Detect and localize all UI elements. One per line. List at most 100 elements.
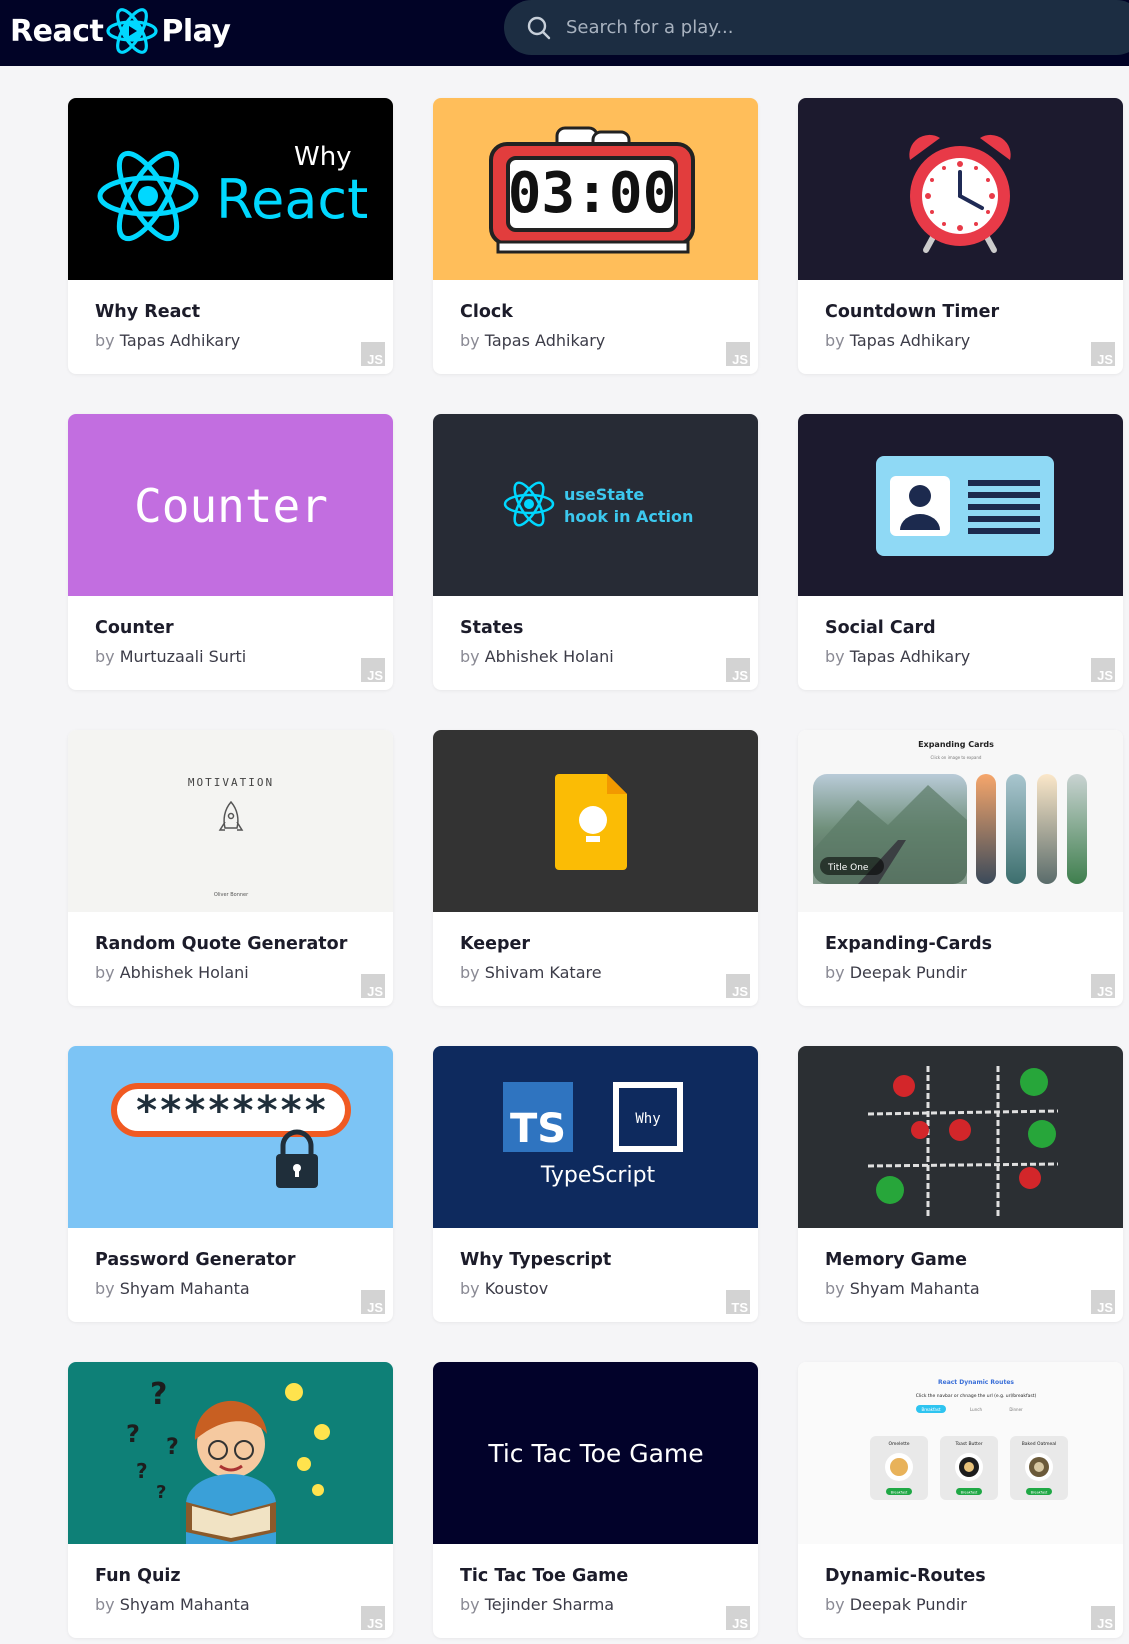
play-thumbnail [798, 414, 1123, 596]
play-author: Shyam Mahanta [119, 1595, 250, 1614]
play-author-line: by Shyam Mahanta [825, 1279, 980, 1298]
play-card-social-card[interactable]: Social Card by Tapas Adhikary JS [798, 414, 1123, 690]
by-label: by [95, 1595, 115, 1614]
thumb-text: Toast Butter [954, 1441, 982, 1447]
thumb-text: React [216, 168, 368, 231]
thumb-text: Breakfast [891, 1491, 908, 1495]
thumb-text: ******** [135, 1088, 328, 1134]
play-thumbnail: Tic Tac Toe Game [433, 1362, 758, 1544]
thumb-text: Tic Tac Toe Game [487, 1439, 703, 1468]
alarm-clock-icon [798, 98, 1123, 280]
play-thumbnail: ? ? ? ? ? [68, 1362, 393, 1544]
play-author-line: by Koustov [460, 1279, 548, 1298]
language-badge: TS [726, 1290, 750, 1314]
play-thumbnail [798, 1046, 1123, 1228]
tic-tac-toe-board-icon [798, 1046, 1123, 1228]
play-card-why-typescript[interactable]: TS Why TypeScript Why Typescript by Kous… [433, 1046, 758, 1322]
by-label: by [460, 963, 480, 982]
play-author: Tapas Adhikary [119, 331, 241, 350]
google-keep-icon [433, 730, 758, 912]
thumb-text: Oliver Bonner [214, 892, 249, 898]
play-author-line: by Tapas Adhikary [95, 331, 240, 350]
thumb-text: Breakfast [1031, 1491, 1048, 1495]
play-title: Social Card [825, 618, 936, 638]
react-play-logo[interactable]: React Play [10, 4, 231, 58]
thumb-text: Baked Oatmeal [1022, 1441, 1057, 1447]
quiz-boy-illustration: ? ? ? ? ? [68, 1362, 393, 1544]
play-card-counter[interactable]: Counter Counter by Murtuzaali Surti JS [68, 414, 393, 690]
play-card-expanding-cards[interactable]: Expanding Cards Click on image to expand… [798, 730, 1123, 1006]
language-badge: JS [361, 974, 385, 998]
play-card-why-react[interactable]: Why React Why React by Tapas Adhikary JS [68, 98, 393, 374]
language-badge: JS [361, 342, 385, 366]
by-label: by [460, 331, 480, 350]
play-card-states[interactable]: useState hook in Action States by Abhish… [433, 414, 758, 690]
play-author: Abhishek Holani [119, 963, 249, 982]
play-title: Why React [95, 302, 201, 322]
svg-text:?: ? [150, 1377, 167, 1412]
thumb-text: Click on image to expand [931, 755, 982, 760]
language-badge: JS [1091, 342, 1115, 366]
play-card-keeper[interactable]: Keeper by Shivam Katare JS [433, 730, 758, 1006]
svg-text:?: ? [156, 1482, 166, 1503]
by-label: by [460, 1279, 480, 1298]
play-card-password-generator[interactable]: ******** Password Generator by Shyam Mah… [68, 1046, 393, 1322]
play-author-line: by Tapas Adhikary [460, 331, 605, 350]
thumb-text: Dinner [1009, 1407, 1023, 1412]
thumb-text: Click the navbar or chnage the url (e.g.… [916, 1393, 1037, 1399]
by-label: by [95, 331, 115, 350]
play-card-countdown-timer[interactable]: Countdown Timer by Tapas Adhikary JS [798, 98, 1123, 374]
thumb-text: Breakfast [921, 1407, 940, 1412]
play-thumbnail: Counter [68, 414, 393, 596]
play-author: Tejinder Sharma [484, 1595, 615, 1614]
by-label: by [825, 1595, 845, 1614]
thumb-text: Expanding Cards [918, 740, 994, 749]
play-author-line: by Murtuzaali Surti [95, 647, 246, 666]
language-badge: JS [726, 1606, 750, 1630]
play-author: Abhishek Holani [484, 647, 614, 666]
thumb-text: Omelette [888, 1441, 909, 1447]
plays-grid: Why React Why React by Tapas Adhikary JS… [68, 98, 1123, 1638]
language-badge: JS [1091, 1290, 1115, 1314]
play-author: Deepak Pundir [849, 1595, 967, 1614]
language-badge: JS [361, 658, 385, 682]
play-author-line: by Shyam Mahanta [95, 1595, 250, 1614]
play-author: Tapas Adhikary [484, 331, 606, 350]
by-label: by [460, 1595, 480, 1614]
by-label: by [95, 647, 115, 666]
play-author: Tapas Adhikary [849, 331, 971, 350]
play-card-memory-game[interactable]: Memory Game by Shyam Mahanta JS [798, 1046, 1123, 1322]
by-label: by [825, 1279, 845, 1298]
play-thumbnail [433, 730, 758, 912]
thumb-text: Breakfast [961, 1491, 978, 1495]
language-badge: JS [1091, 1606, 1115, 1630]
language-badge: JS [726, 974, 750, 998]
play-card-clock[interactable]: 03:00 Clock by Tapas Adhikary JS [433, 98, 758, 374]
thumb-text: Title One [827, 863, 869, 873]
play-thumbnail: Expanding Cards Click on image to expand… [798, 730, 1123, 912]
play-title: Counter [95, 618, 174, 638]
play-title: Dynamic-Routes [825, 1566, 986, 1586]
thumb-text: MOTIVATION [188, 776, 274, 789]
logo-text-play: Play [161, 13, 231, 49]
play-author: Murtuzaali Surti [119, 647, 247, 666]
play-card-dynamic-routes[interactable]: React Dynamic Routes Click the navbar or… [798, 1362, 1123, 1638]
by-label: by [95, 963, 115, 982]
language-badge: JS [361, 1606, 385, 1630]
play-card-tic-tac-toe-game[interactable]: Tic Tac Toe Game Tic Tac Toe Game by Tej… [433, 1362, 758, 1638]
play-title: Random Quote Generator [95, 934, 348, 954]
play-title: Memory Game [825, 1250, 967, 1270]
search-bar [504, 0, 1129, 55]
play-author-line: by Shivam Katare [460, 963, 602, 982]
play-title: Why Typescript [460, 1250, 612, 1270]
play-card-random-quote-generator[interactable]: MOTIVATION Oliver Bonner Random Quote Ge… [68, 730, 393, 1006]
search-icon[interactable] [526, 15, 552, 41]
play-author: Shivam Katare [484, 963, 602, 982]
thumb-text: hook in Action [564, 507, 693, 526]
play-card-fun-quiz[interactable]: ? ? ? ? ? Fun Quiz by Shyam Mahanta JS [68, 1362, 393, 1638]
search-input[interactable] [566, 17, 1066, 38]
svg-text:?: ? [136, 1459, 148, 1483]
language-badge: JS [361, 1290, 385, 1314]
play-thumbnail: 03:00 [433, 98, 758, 280]
play-author-line: by Deepak Pundir [825, 963, 967, 982]
